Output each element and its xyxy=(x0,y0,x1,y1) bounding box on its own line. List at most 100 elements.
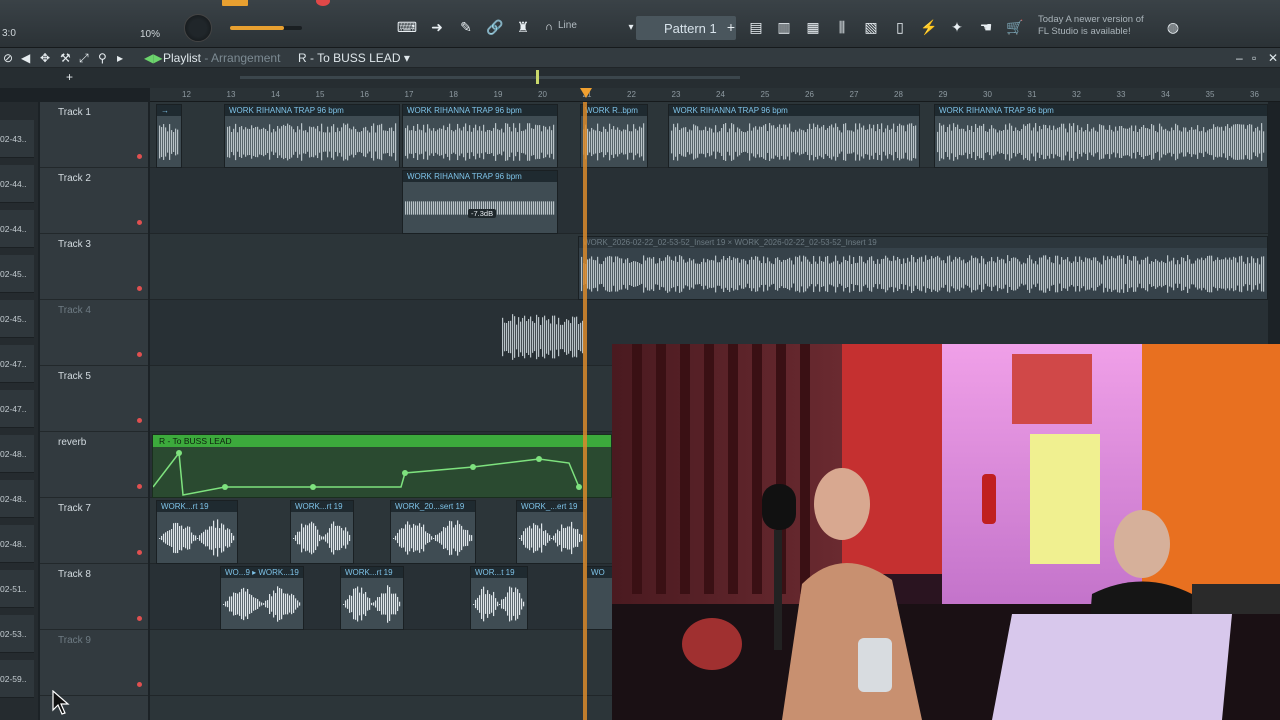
song-mode-button[interactable] xyxy=(222,0,248,6)
draw-tool-icon[interactable]: ✎ xyxy=(455,16,477,38)
play-icon[interactable]: ▸ xyxy=(117,51,123,65)
ruler-bar-number: 12 xyxy=(182,90,191,99)
track-mute-indicator[interactable] xyxy=(137,484,142,489)
main-volume-knob[interactable] xyxy=(184,14,212,42)
track-lane[interactable] xyxy=(150,168,1268,234)
arrow-right-icon[interactable]: ➜ xyxy=(426,16,448,38)
picker-item[interactable]: 02-47.. xyxy=(0,390,34,428)
picker-item[interactable]: 02-48.. xyxy=(0,525,34,563)
audio-tail[interactable] xyxy=(502,312,584,362)
ruler-bar-number: 17 xyxy=(404,90,414,99)
track-header[interactable]: Track 8 xyxy=(40,564,148,630)
audio-clip[interactable]: → xyxy=(156,104,182,168)
add-pattern-icon[interactable]: + xyxy=(720,16,742,38)
track-header[interactable]: Track 1 xyxy=(40,102,148,168)
picker-item[interactable]: 02-48.. xyxy=(0,435,34,473)
tools-icon[interactable]: ✦ xyxy=(946,16,968,38)
track-mute-indicator[interactable] xyxy=(137,550,142,555)
track-mute-indicator[interactable] xyxy=(137,418,142,423)
audio-clip[interactable]: WORK RIHANNA TRAP 96 bpm xyxy=(402,104,558,168)
maximize-icon[interactable]: ▫ xyxy=(1252,51,1256,65)
plugin-icon[interactable]: ⚡ xyxy=(918,16,940,38)
browser-icon[interactable]: ▧ xyxy=(860,16,882,38)
playlist-icon[interactable]: ▤ xyxy=(745,16,767,38)
tools-icon-2[interactable]: ⚒ xyxy=(60,51,71,65)
audio-clip[interactable]: WORK RIHANNA TRAP 96 bpm xyxy=(934,104,1268,168)
automation-clip[interactable]: R - To BUSS LEAD xyxy=(152,434,612,498)
playlist-title-text: Playlist xyxy=(163,51,202,65)
track-mute-indicator[interactable] xyxy=(137,616,142,621)
audio-clip[interactable]: WORK...rt 19 xyxy=(156,500,238,564)
audio-clip[interactable]: WORK...rt 19 xyxy=(340,566,404,630)
track-mute-indicator[interactable] xyxy=(137,220,142,225)
ruler-bar-number: 24 xyxy=(716,90,725,99)
picker-item[interactable]: 02-51.. xyxy=(0,570,34,608)
track-mute-indicator[interactable] xyxy=(137,286,142,291)
link-icon[interactable]: 🔗 xyxy=(484,16,506,38)
typing-keyboard-icon[interactable]: ⌨ xyxy=(396,16,418,38)
picker-item[interactable]: 02-44.. xyxy=(0,165,34,203)
no-entry-icon[interactable]: ⊘ xyxy=(3,51,13,65)
audio-clip[interactable]: WORK RIHANNA TRAP 96 bpm xyxy=(668,104,920,168)
speaker-icon[interactable]: ◀ xyxy=(21,51,30,65)
track-header[interactable]: Track 5 xyxy=(40,366,148,432)
track-header[interactable]: reverb xyxy=(40,432,148,498)
picker-item[interactable]: 02-45.. xyxy=(0,255,34,293)
fit-icon[interactable]: ⤢ xyxy=(79,51,89,66)
picker-item[interactable]: 02-59.. xyxy=(0,660,34,698)
timeline-ruler[interactable]: 12 13 14 15 16 17 18 19 20 21 22 23 24 25 26 27 28 29 30 31… xyxy=(150,88,1280,102)
zoom-readout: 10% xyxy=(140,29,161,40)
notice-line-2: FL Studio is available! xyxy=(1038,26,1131,37)
magnet-icon[interactable]: ∩ xyxy=(538,16,560,38)
track-header[interactable]: Track 7 xyxy=(40,498,148,564)
track-name: Track 9 xyxy=(58,635,91,646)
hand-icon[interactable]: ☚ xyxy=(975,16,997,38)
channel-rack-icon[interactable]: ▦ xyxy=(802,16,824,38)
audio-clip[interactable]: WORK RIHANNA TRAP 96 bpm -7.3dB xyxy=(402,170,558,234)
zoom-icon[interactable]: ⚲ xyxy=(98,51,107,65)
track-header[interactable]: Track 9 xyxy=(40,630,148,696)
ruler-bar-number: 20 xyxy=(538,90,547,99)
picker-item[interactable]: 02-45.. xyxy=(0,300,34,338)
horizontal-scrollbar[interactable] xyxy=(240,76,740,79)
automation-curve[interactable] xyxy=(153,447,613,499)
minimize-icon[interactable]: – xyxy=(1236,51,1243,65)
shop-cart-icon[interactable]: 🛒 xyxy=(1004,16,1026,38)
file-icon[interactable]: ▯ xyxy=(889,16,911,38)
playlist-pattern-selector[interactable]: R - To BUSS LEAD ▾ xyxy=(298,51,410,65)
picker-item[interactable]: 02-48.. xyxy=(0,480,34,518)
track-mute-indicator[interactable] xyxy=(137,682,142,687)
clip-title: WORK_2026-02-22_02-53-52_Insert 19 × WOR… xyxy=(579,237,1267,248)
add-track-icon[interactable]: + xyxy=(66,70,73,84)
picker-item[interactable]: 02-53.. xyxy=(0,615,34,653)
mixer-icon[interactable]: ⫼ xyxy=(831,16,853,38)
piano-roll-icon[interactable]: ▥ xyxy=(773,16,795,38)
track-mute-indicator[interactable] xyxy=(137,352,142,357)
picker-item[interactable]: 02-44.. xyxy=(0,210,34,248)
track-mute-indicator[interactable] xyxy=(137,154,142,159)
ruler-bar-number: 30 xyxy=(983,90,992,99)
picker-item[interactable]: 02-43.. xyxy=(0,120,34,158)
audio-clip[interactable]: WORK...rt 19 xyxy=(290,500,354,564)
track-header[interactable]: Track 3 xyxy=(40,234,148,300)
audio-clip[interactable]: WO...9 ▸ WORK...19 xyxy=(220,566,304,630)
picker-item[interactable]: 02-47.. xyxy=(0,345,34,383)
snap-selector[interactable]: Line xyxy=(558,20,577,31)
update-notice[interactable]: Today A newer version of FL Studio is av… xyxy=(1038,14,1168,38)
clip-title: WORK RIHANNA TRAP 96 bpm xyxy=(669,105,919,116)
audio-clip[interactable]: WORK R..bpm xyxy=(580,104,648,168)
close-icon[interactable]: ✕ xyxy=(1268,51,1278,65)
track-header[interactable]: Track 2 xyxy=(40,168,148,234)
audio-clip[interactable]: WORK_2026-02-22_02-53-52_Insert 19 × WOR… xyxy=(578,236,1268,300)
metronome-icon[interactable]: ♜ xyxy=(512,16,534,38)
audio-clip[interactable]: WORK RIHANNA TRAP 96 bpm xyxy=(224,104,400,168)
globe-icon[interactable]: ◍ xyxy=(1162,16,1184,38)
record-button[interactable] xyxy=(316,0,330,6)
audio-clip[interactable]: WOR...t 19 xyxy=(470,566,528,630)
audio-clip[interactable]: WORK_...ert 19 xyxy=(516,500,586,564)
audio-clip[interactable]: WORK_20...sert 19 xyxy=(390,500,476,564)
move-icon[interactable]: ✥ xyxy=(40,51,50,65)
track-header[interactable]: Track 4 xyxy=(40,300,148,366)
scroll-position-marker[interactable] xyxy=(536,70,539,84)
playhead-marker[interactable] xyxy=(580,88,592,98)
